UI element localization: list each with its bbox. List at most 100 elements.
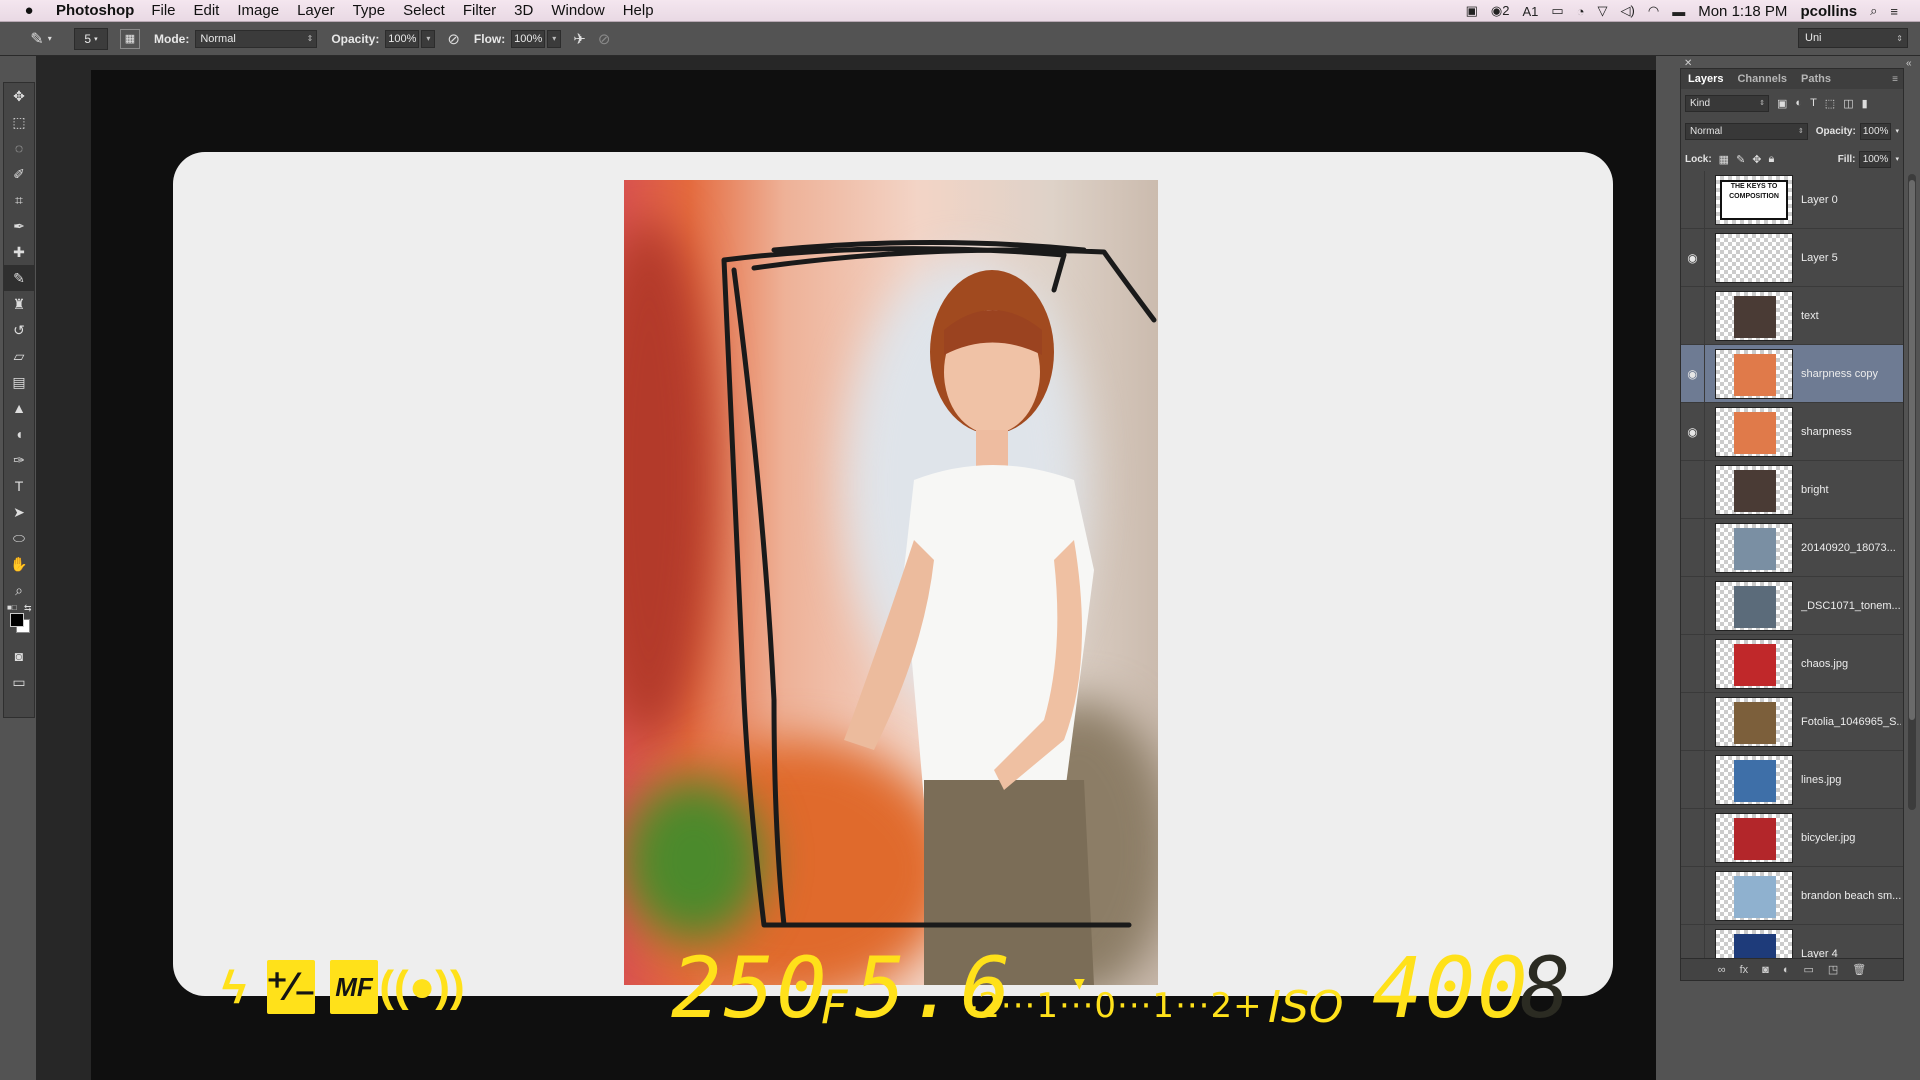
visibility-eye-icon[interactable]: ◉ <box>1681 344 1705 403</box>
airplay-icon[interactable]: ▽ <box>1598 3 1608 19</box>
lock-image-icon[interactable]: ✎ <box>1736 153 1745 166</box>
brush-panel-toggle-icon[interactable]: ▦ <box>120 28 140 49</box>
move-tool-icon[interactable]: ✥ <box>4 83 34 109</box>
visibility-eye-icon[interactable] <box>1681 750 1705 809</box>
menu-help[interactable]: Help <box>623 2 654 19</box>
visibility-eye-icon[interactable] <box>1681 576 1705 635</box>
mode-select[interactable]: Normal ⇕ <box>195 29 318 48</box>
visibility-eye-icon[interactable] <box>1681 634 1705 693</box>
opacity-slider-toggle[interactable]: ▾ <box>421 29 436 48</box>
dodge-tool-icon[interactable]: ◖ <box>4 421 34 447</box>
menu-file[interactable]: File <box>151 2 175 19</box>
layer-row[interactable]: THE KEYS TO COMPOSITION Layer 0 <box>1681 171 1903 229</box>
layer-thumbnail[interactable] <box>1715 406 1793 457</box>
chevron-down-icon[interactable]: ▾ <box>1895 127 1899 135</box>
zoom-tool-icon[interactable]: ⌕ <box>4 577 34 603</box>
eraser-tool-icon[interactable]: ▱ <box>4 343 34 369</box>
layer-thumbnail[interactable] <box>1715 870 1793 921</box>
layer-thumbnail[interactable] <box>1715 464 1793 515</box>
menubar-clock[interactable]: Mon 1:18 PM <box>1698 3 1787 20</box>
visibility-eye-icon[interactable]: ◉ <box>1681 228 1705 287</box>
layer-thumbnail[interactable] <box>1715 638 1793 689</box>
foreground-color-swatch[interactable] <box>10 613 24 627</box>
layers-scrollbar-thumb[interactable] <box>1909 180 1915 720</box>
document-canvas[interactable]: ϟ ⁺∕₋ MF ((●)) 250 F 5.6 -2···1···0···1·… <box>91 70 1691 1080</box>
healing-brush-tool-icon[interactable]: ✚ <box>4 239 34 265</box>
layer-row[interactable]: Layer 4 <box>1681 924 1903 959</box>
adjustment-filter-icon[interactable]: ◐ <box>1795 97 1802 109</box>
pen-tool-icon[interactable]: ✑ <box>4 447 34 473</box>
blend-mode-select[interactable]: Normal ⇕ <box>1685 122 1808 140</box>
visibility-eye-icon[interactable] <box>1681 460 1705 519</box>
new-layer-icon[interactable]: ◳ <box>1828 963 1838 976</box>
creative-cloud-icon[interactable]: ◉2 <box>1491 3 1510 19</box>
swap-colors-icon[interactable]: ⇆ <box>24 603 32 614</box>
collapse-icon[interactable]: « <box>1906 58 1912 69</box>
layer-row[interactable]: ◉ Layer 5 <box>1681 228 1903 287</box>
adjustment-layer-icon[interactable]: ◐ <box>1783 964 1790 976</box>
layer-thumbnail[interactable] <box>1715 812 1793 863</box>
layer-style-icon[interactable]: fx <box>1740 964 1749 976</box>
tool-preset-picker[interactable]: ✎ ▾ <box>20 27 62 51</box>
layer-thumbnail[interactable] <box>1715 348 1793 399</box>
layer-row[interactable]: _DSC1071_tonem... <box>1681 576 1903 635</box>
layer-row[interactable]: Fotolia_1046965_S... <box>1681 692 1903 751</box>
layer-row[interactable]: ◉ sharpness copy <box>1681 344 1903 403</box>
menu-window[interactable]: Window <box>551 2 604 19</box>
layer-row[interactable]: text <box>1681 286 1903 345</box>
menu-select[interactable]: Select <box>403 2 445 19</box>
visibility-eye-icon[interactable] <box>1681 808 1705 867</box>
notification-icon[interactable]: ◔ <box>1577 4 1585 19</box>
fill-input[interactable]: 100% <box>1859 150 1892 168</box>
layer-row[interactable]: ◉ sharpness <box>1681 402 1903 461</box>
shape-filter-icon[interactable]: ⬚ <box>1825 97 1835 110</box>
quick-select-tool-icon[interactable]: ✐ <box>4 161 34 187</box>
layer-row[interactable]: chaos.jpg <box>1681 634 1903 693</box>
visibility-eye-icon[interactable] <box>1681 286 1705 345</box>
visibility-eye-icon[interactable] <box>1681 171 1705 229</box>
menu-filter[interactable]: Filter <box>463 2 496 19</box>
quick-mask-icon[interactable]: ◙ <box>4 643 34 669</box>
brush-preset-picker[interactable]: 5 ▾ <box>74 27 108 50</box>
layer-thumbnail[interactable] <box>1715 522 1793 573</box>
menu-edit[interactable]: Edit <box>194 2 220 19</box>
clone-stamp-tool-icon[interactable]: ♜ <box>4 291 34 317</box>
type-tool-icon[interactable]: T <box>4 473 34 499</box>
layer-thumbnail[interactable] <box>1715 232 1793 283</box>
layer-thumbnail[interactable] <box>1715 290 1793 341</box>
menu-3d[interactable]: 3D <box>514 2 533 19</box>
brush-tool-icon[interactable]: ✎ <box>4 265 34 291</box>
screen-mode-icon[interactable]: ▭ <box>4 669 34 695</box>
opacity-input[interactable]: 100% <box>385 29 420 48</box>
type-filter-icon[interactable]: T <box>1810 97 1817 109</box>
layer-thumbnail[interactable] <box>1715 928 1793 959</box>
spotlight-search-icon[interactable]: ⌕ <box>1870 3 1877 19</box>
tab-channels[interactable]: Channels <box>1730 73 1794 85</box>
layer-thumbnail[interactable]: THE KEYS TO COMPOSITION <box>1715 174 1793 225</box>
ellipse-tool-icon[interactable]: ⬭ <box>4 525 34 551</box>
layer-opacity-input[interactable]: 100% <box>1859 122 1892 140</box>
flow-input[interactable]: 100% <box>511 29 546 48</box>
display-icon[interactable]: ▭ <box>1551 3 1563 19</box>
filter-toggle-icon[interactable]: ▮ <box>1862 97 1868 110</box>
adobe-icon[interactable]: A1 <box>1522 4 1538 19</box>
layer-row[interactable]: 20140920_18073... <box>1681 518 1903 577</box>
layer-row[interactable]: brandon beach sm... <box>1681 866 1903 925</box>
battery-icon[interactable]: ▬ <box>1672 4 1685 19</box>
visibility-eye-icon[interactable] <box>1681 866 1705 925</box>
lock-transparency-icon[interactable]: ▦ <box>1719 153 1729 166</box>
layer-thumbnail[interactable] <box>1715 580 1793 631</box>
lock-position-icon[interactable]: ✥ <box>1752 153 1761 166</box>
lasso-tool-icon[interactable]: ◌ <box>4 135 34 161</box>
delete-layer-icon[interactable]: 🗑︎ <box>1852 963 1866 976</box>
wifi-icon[interactable]: ◠ <box>1648 3 1659 19</box>
visibility-eye-icon[interactable] <box>1681 692 1705 751</box>
pressure-opacity-icon[interactable]: ⊘ <box>447 30 460 48</box>
visibility-eye-icon[interactable] <box>1681 924 1705 959</box>
gradient-tool-icon[interactable]: ▤ <box>4 369 34 395</box>
visibility-eye-icon[interactable]: ◉ <box>1681 402 1705 461</box>
panel-menu-icon[interactable]: ≡ <box>1892 74 1898 85</box>
filter-kind-select[interactable]: Kind ⇕ <box>1685 94 1769 112</box>
layer-row[interactable]: lines.jpg <box>1681 750 1903 809</box>
tab-paths[interactable]: Paths <box>1794 73 1838 85</box>
